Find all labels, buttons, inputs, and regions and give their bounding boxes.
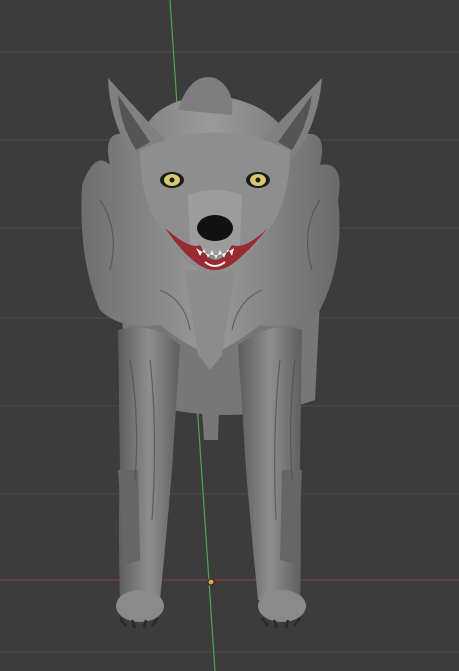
wolf-head-crest: [178, 77, 233, 115]
wolf-paw-left: [116, 590, 164, 629]
wolf-eye-left: [160, 172, 184, 188]
wolf-paw-right: [258, 590, 306, 629]
wolf-model[interactable]: [81, 77, 340, 629]
origin-marker[interactable]: [207, 578, 215, 586]
3d-viewport[interactable]: [0, 0, 459, 671]
wolf-eye-right: [246, 172, 270, 188]
viewport-canvas[interactable]: [0, 0, 459, 671]
wolf-nose: [197, 215, 233, 241]
wolf-tail-hint: [200, 375, 220, 440]
